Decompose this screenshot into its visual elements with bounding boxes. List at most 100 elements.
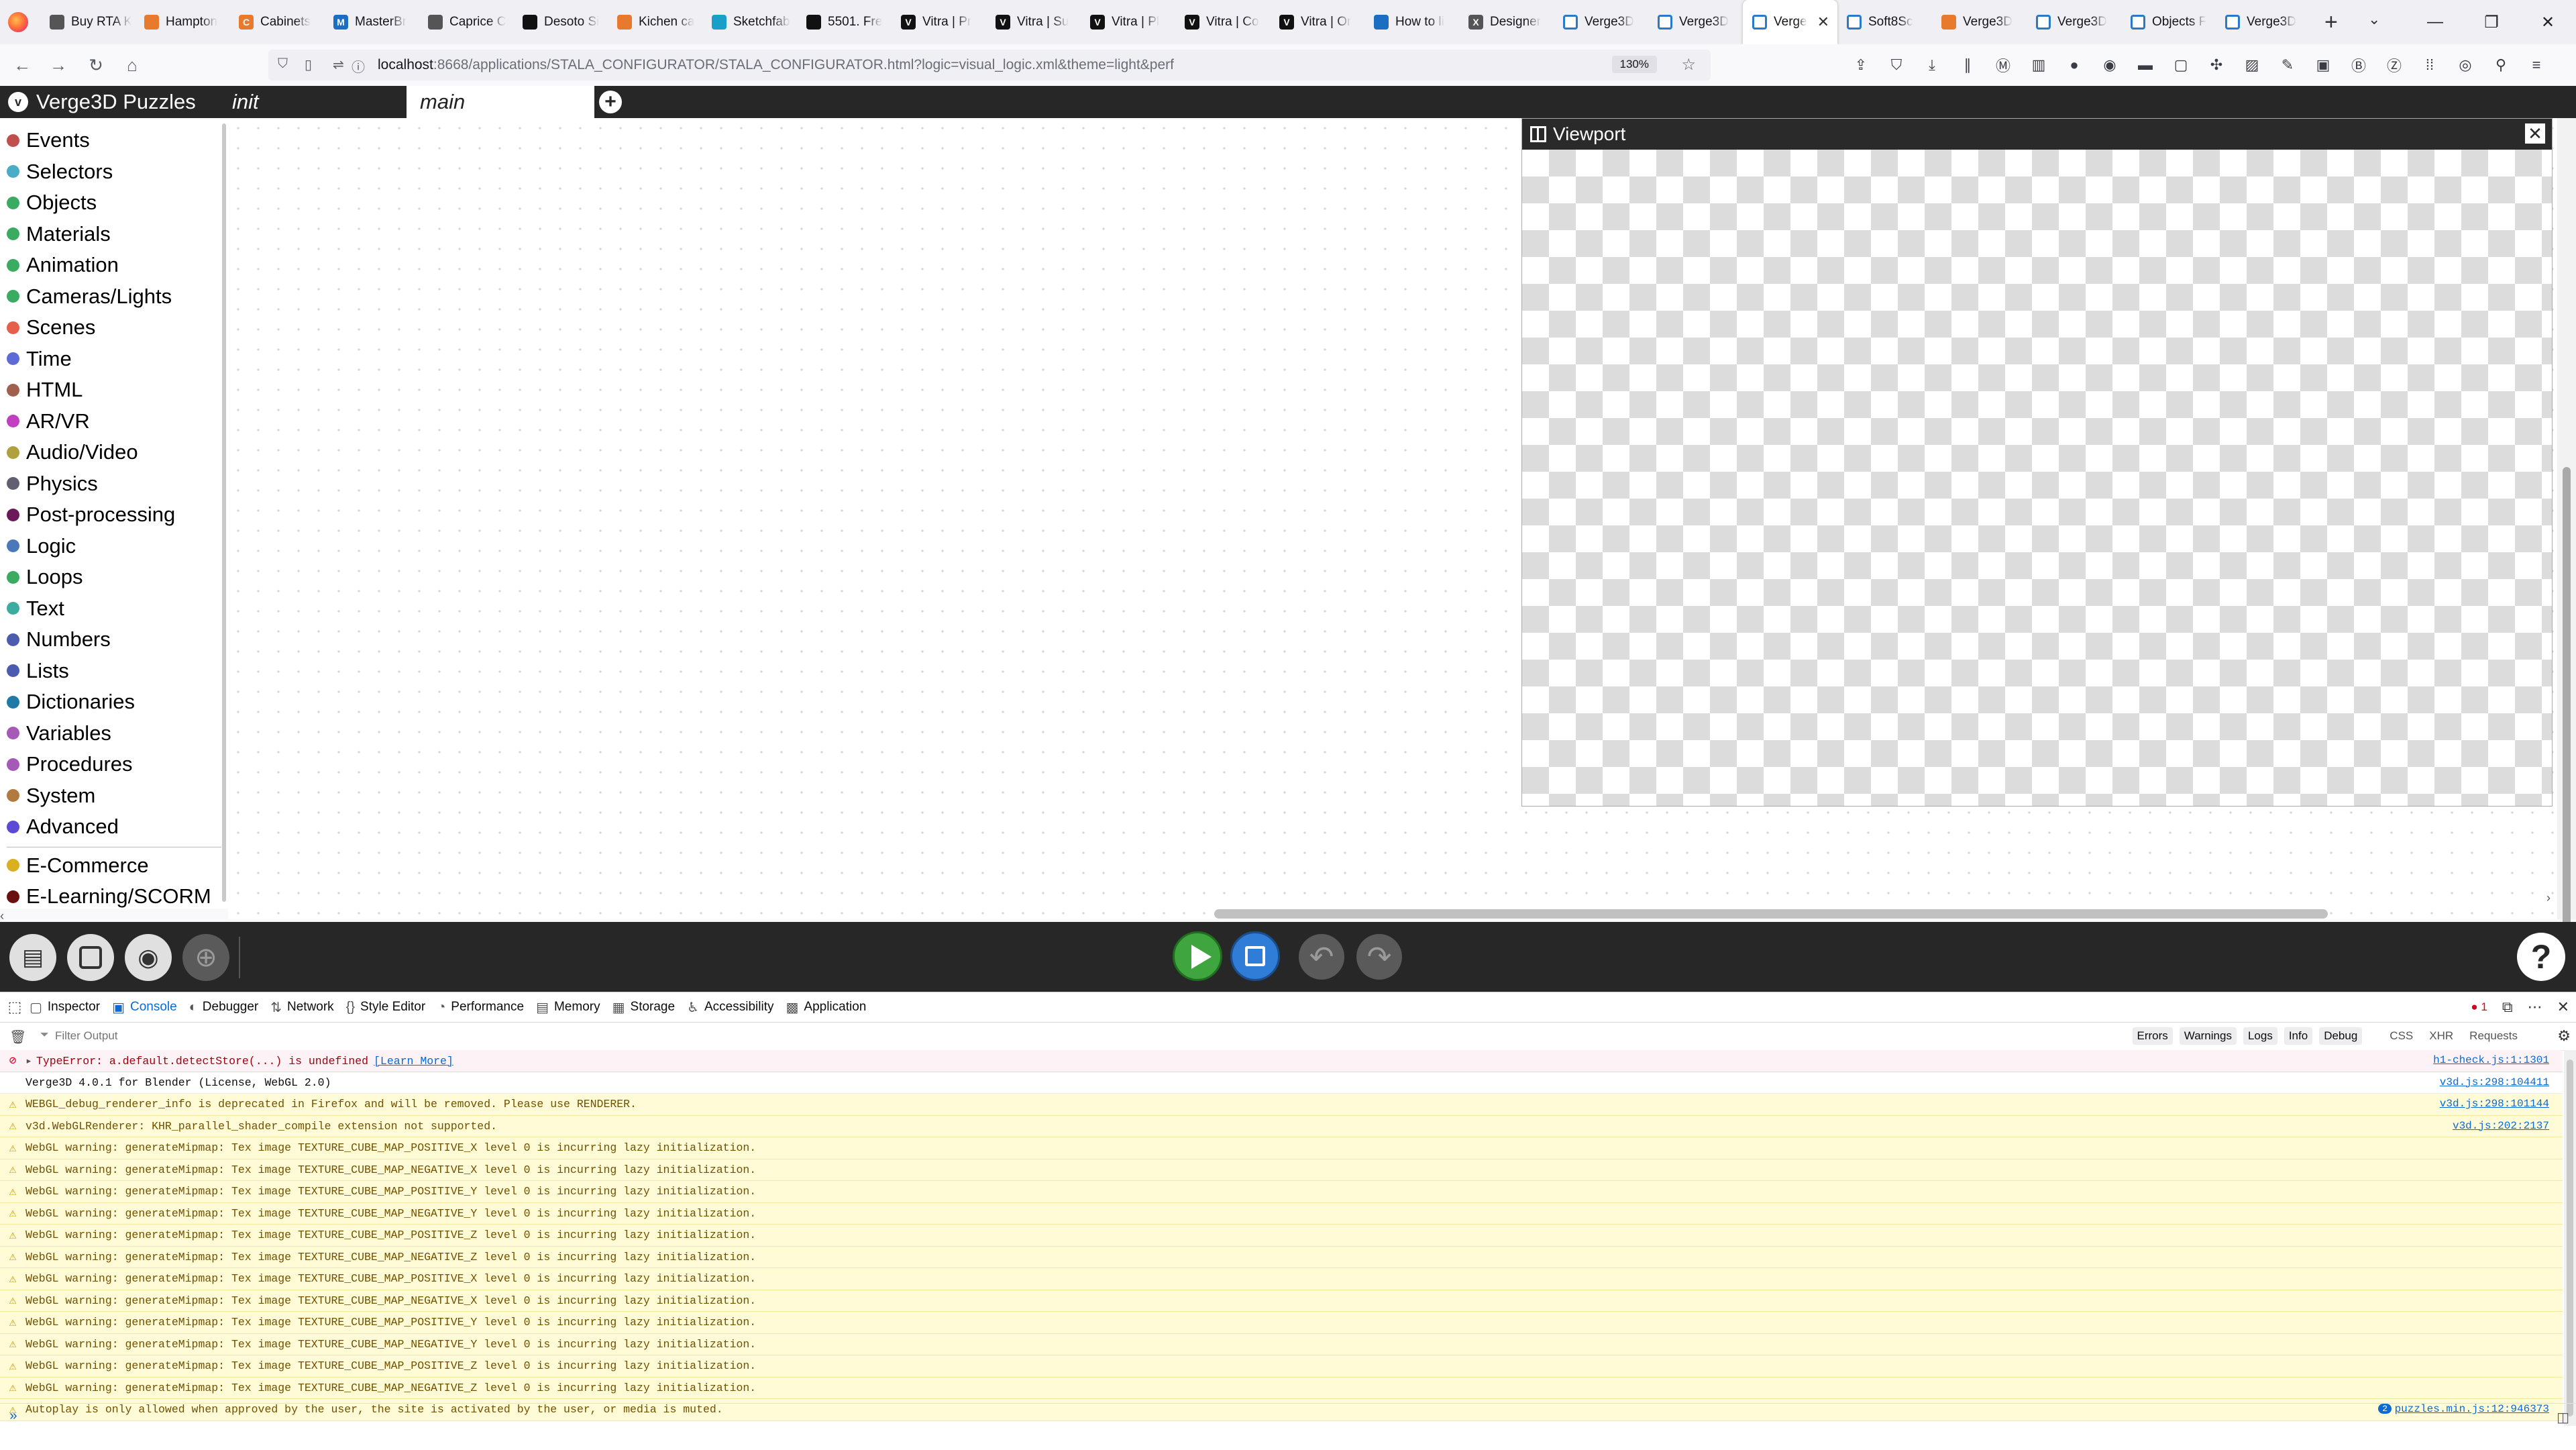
puzzles-logo[interactable]: v Verge3D Puzzles bbox=[0, 86, 196, 118]
level-filter-warnings[interactable]: Warnings bbox=[2179, 1027, 2237, 1045]
console-input[interactable]: » ◫ bbox=[0, 1403, 2576, 1431]
zoom-level-badge[interactable]: 130% bbox=[1611, 56, 1657, 73]
category-loops[interactable]: Loops bbox=[0, 562, 228, 593]
category-physics[interactable]: Physics bbox=[0, 468, 228, 500]
browser-tab[interactable]: V Vitra | Or bbox=[1270, 0, 1364, 44]
extension-eyes-icon[interactable]: ◉ bbox=[2097, 52, 2123, 78]
extension-barcode-icon[interactable]: ▥ bbox=[2026, 52, 2051, 78]
devtools-close-icon[interactable]: ✕ bbox=[2557, 998, 2569, 1016]
extra-filter-xhr[interactable]: XHR bbox=[2424, 1027, 2458, 1045]
category-text[interactable]: Text bbox=[0, 593, 228, 625]
browser-tab[interactable]: Sketchfab bbox=[702, 0, 797, 44]
message-source-link[interactable]: v3d.js:202:2137 bbox=[2453, 1120, 2549, 1132]
category-scenes[interactable]: Scenes bbox=[0, 312, 228, 344]
category-lists[interactable]: Lists bbox=[0, 656, 228, 687]
extension-puzzle-icon[interactable]: ✣ bbox=[2204, 52, 2229, 78]
category-events[interactable]: Events bbox=[0, 125, 228, 156]
extensions-icon[interactable]: ⚲ bbox=[2488, 52, 2514, 78]
downloads-icon[interactable]: ⤓ bbox=[1919, 52, 1945, 78]
site-info-icon[interactable]: ⓘ bbox=[352, 56, 365, 76]
firefox-view-icon[interactable] bbox=[8, 12, 28, 32]
url-bar[interactable]: ⛉ ▯ ⇌ ⓘ localhost:8668/applications/STAL… bbox=[268, 50, 1711, 81]
filter-output-input[interactable] bbox=[36, 1027, 660, 1045]
new-tab-button[interactable]: + bbox=[2324, 9, 2338, 36]
viewport-close-button[interactable]: ✕ bbox=[2525, 123, 2545, 144]
sidebar-toggle-icon[interactable]: ◫ bbox=[2557, 1409, 2569, 1426]
category-time[interactable]: Time bbox=[0, 344, 228, 375]
save-to-pocket-icon[interactable]: ⛉ bbox=[1884, 52, 1909, 78]
category-variables[interactable]: Variables bbox=[0, 718, 228, 749]
extension-pdf-icon[interactable]: ▨ bbox=[2239, 52, 2265, 78]
toggle-viewport-button[interactable] bbox=[67, 934, 114, 981]
devtools-tab-application[interactable]: ▩ Application bbox=[786, 992, 878, 1022]
expand-arrow-icon[interactable]: ▸ bbox=[25, 1055, 32, 1068]
learn-more-link[interactable]: [Learn More] bbox=[374, 1055, 453, 1068]
library-button[interactable]: ▤ bbox=[9, 934, 56, 981]
add-tab-button[interactable]: + bbox=[599, 91, 622, 113]
level-filter-errors[interactable]: Errors bbox=[2132, 1027, 2173, 1045]
viewport-canvas[interactable] bbox=[1522, 150, 2552, 806]
browser-tab[interactable]: V Vitra | Su bbox=[986, 0, 1081, 44]
page-icon[interactable]: ▯ bbox=[305, 56, 312, 73]
home-button[interactable]: ⌂ bbox=[119, 52, 145, 78]
scrollbar-thumb[interactable] bbox=[2567, 1059, 2573, 1416]
extra-filter-css[interactable]: CSS bbox=[2385, 1027, 2418, 1045]
extension-grid-icon[interactable]: ⁞⁞ bbox=[2417, 52, 2443, 78]
target-button[interactable]: ⊕ bbox=[182, 934, 229, 981]
category-e-commerce[interactable]: E-Commerce bbox=[0, 850, 228, 882]
category-numbers[interactable]: Numbers bbox=[0, 624, 228, 656]
category-dictionaries[interactable]: Dictionaries bbox=[0, 686, 228, 718]
message-source-link[interactable]: h1-check.js:1:1301 bbox=[2433, 1054, 2549, 1066]
console-settings-icon[interactable]: ⚙ bbox=[2557, 1027, 2571, 1045]
category-audio-video[interactable]: Audio/Video bbox=[0, 437, 228, 468]
level-filter-logs[interactable]: Logs bbox=[2243, 1027, 2277, 1045]
category-e-learning-scorm[interactable]: E-Learning/SCORM bbox=[0, 881, 228, 909]
devtools-tab-console[interactable]: ▣ Console bbox=[112, 992, 189, 1022]
redo-button[interactable]: ↷ bbox=[1356, 934, 1402, 980]
category-ar-vr[interactable]: AR/VR bbox=[0, 406, 228, 437]
browser-tab[interactable]: X Designer bbox=[1459, 0, 1554, 44]
extra-filter-requests[interactable]: Requests bbox=[2465, 1027, 2522, 1045]
browser-tab[interactable]: Verge3D bbox=[1554, 0, 1648, 44]
url-text[interactable]: localhost:8668/applications/STALA_CONFIG… bbox=[378, 57, 1174, 73]
clear-console-icon[interactable]: 🗑 bbox=[9, 1029, 26, 1045]
browser-tab[interactable]: Buy RTA K bbox=[40, 0, 135, 44]
devtools-tab-network[interactable]: ⇅ Network bbox=[270, 992, 345, 1022]
category-materials[interactable]: Materials bbox=[0, 219, 228, 250]
workspace-horizontal-scrollbar[interactable] bbox=[1214, 909, 2328, 919]
browser-tab[interactable]: Verge3D bbox=[2216, 0, 2310, 44]
library-icon[interactable]: ∥ bbox=[1955, 52, 1980, 78]
tab-init[interactable]: init bbox=[219, 86, 407, 118]
pocket-icon[interactable]: ⇪ bbox=[1848, 52, 1874, 78]
extension-b-icon[interactable]: Ⓑ bbox=[2346, 52, 2371, 78]
extension-save-icon[interactable]: ▣ bbox=[2310, 52, 2336, 78]
help-button[interactable]: ? bbox=[2517, 933, 2565, 981]
devtools-tab-storage[interactable]: ▦ Storage bbox=[612, 992, 687, 1022]
extension-circle-icon[interactable]: ◎ bbox=[2453, 52, 2478, 78]
dock-icon[interactable]: ⧉ bbox=[2502, 998, 2513, 1016]
save-button[interactable] bbox=[1230, 931, 1280, 981]
tab-close-icon[interactable]: ✕ bbox=[1817, 13, 1829, 31]
extension-pen-icon[interactable]: ✎ bbox=[2275, 52, 2300, 78]
browser-tab[interactable]: Objects F bbox=[2121, 0, 2216, 44]
browser-tab[interactable]: Caprice C bbox=[419, 0, 513, 44]
message-source-link[interactable]: v3d.js:298:104411 bbox=[2440, 1076, 2549, 1088]
category-selectors[interactable]: Selectors bbox=[0, 156, 228, 188]
extension-z-icon[interactable]: Ⓩ bbox=[2381, 52, 2407, 78]
pause-icon[interactable] bbox=[1530, 126, 1546, 142]
minimize-button[interactable]: — bbox=[2407, 0, 2463, 44]
category-animation[interactable]: Animation bbox=[0, 250, 228, 281]
permissions-icon[interactable]: ⇌ bbox=[333, 56, 344, 73]
browser-tab[interactable]: Desoto Si bbox=[513, 0, 608, 44]
devtools-tab-performance[interactable]: ◔ Performance bbox=[437, 992, 536, 1022]
shield-icon[interactable]: ⛉ bbox=[278, 56, 288, 72]
window-close-button[interactable]: ✕ bbox=[2520, 0, 2576, 44]
browser-tab[interactable]: Verge ✕ bbox=[1743, 0, 1837, 44]
message-source-link[interactable]: v3d.js:298:101144 bbox=[2440, 1098, 2549, 1110]
restore-button[interactable]: ❐ bbox=[2463, 0, 2520, 44]
browser-tab[interactable]: 5501. Fre bbox=[797, 0, 892, 44]
category-procedures[interactable]: Procedures bbox=[0, 749, 228, 780]
scroll-down-arrow-icon[interactable]: › bbox=[2546, 891, 2551, 905]
browser-tab[interactable]: How to li bbox=[1364, 0, 1459, 44]
screenshot-button[interactable]: ◉ bbox=[125, 934, 172, 981]
